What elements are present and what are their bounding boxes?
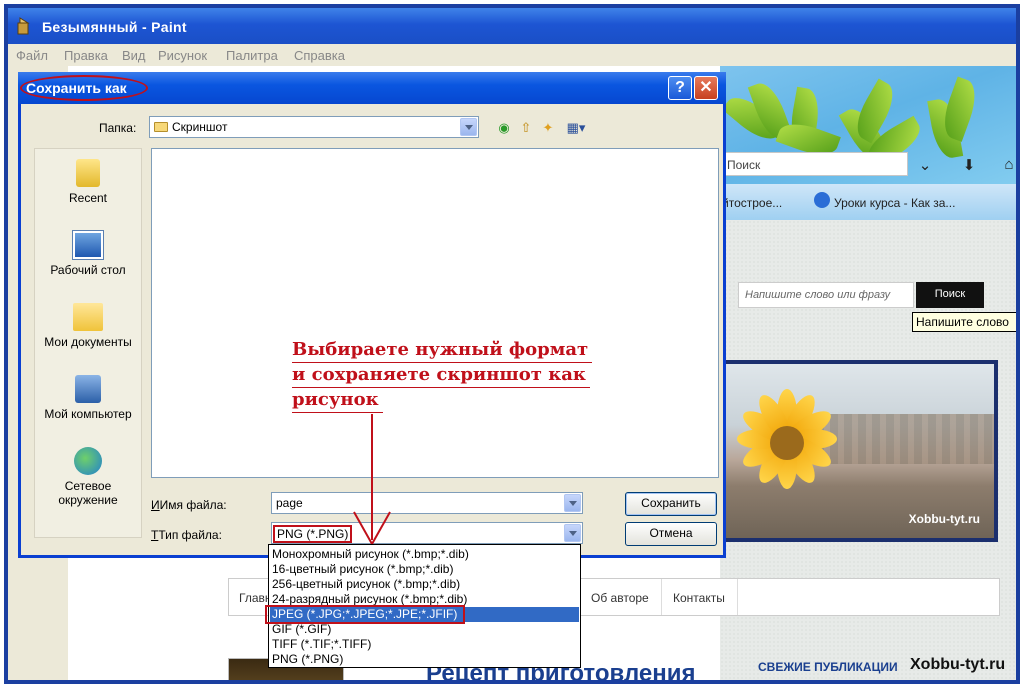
title-highlight-oval [20,75,148,101]
file-list[interactable] [151,148,719,478]
annotation-line-2: и сохраняете скриншот как [292,363,590,388]
place-documents[interactable]: Мои документы [35,303,141,349]
help-button[interactable]: ? [668,76,692,100]
chevron-down-icon[interactable] [564,524,581,542]
filetype-selected-value: PNG (*.PNG) [273,525,353,543]
chevron-down-icon[interactable] [460,118,477,136]
menu-help[interactable]: Справка [294,48,345,63]
back-icon[interactable]: ◉ [495,120,513,138]
folder-combo[interactable]: Скриншот [149,116,479,138]
menu-palette[interactable]: Палитра [226,48,278,63]
flower-image [732,384,842,494]
annotation-line-1: Выбираете нужный формат [292,338,593,363]
computer-icon [75,375,101,403]
folder-label: Папка: [99,121,137,135]
bookmark-2[interactable]: Уроки курса - Как за... [834,196,955,210]
nav-home[interactable]: Главн [239,591,272,605]
folder-icon [154,122,168,132]
paint-window-title: Безымянный - Paint [42,19,187,35]
home-icon[interactable]: ⌂ [1000,156,1016,173]
filetype-option-gif[interactable]: GIF (*.GIF) [270,622,579,637]
annotation-arrow-icon [353,414,391,547]
places-bar: Recent Рабочий стол Мои документы Мой ко… [34,148,142,538]
up-folder-icon[interactable]: ⇧ [517,120,535,138]
filetype-option-mono[interactable]: Монохромный рисунок (*.bmp;*.dib) [270,547,579,562]
menu-file[interactable]: Файл [16,48,48,63]
folder-value: Скриншот [172,120,228,134]
search-tooltip: Напишите слово [912,312,1016,332]
site-search-button[interactable]: Поиск [916,282,984,308]
dialog-titlebar: Сохранить как ? ✕ [18,72,726,104]
filetype-label: ТТип файла: [151,528,222,542]
desktop-icon [73,231,103,259]
menu-image[interactable]: Рисунок [158,48,207,63]
filename-label: ИИмя файла: [151,498,227,512]
jpeg-highlight-box [265,605,465,624]
photo-watermark: Xobbu-tyt.ru [908,512,980,526]
filetype-select[interactable]: PNG (*.PNG) [271,522,583,544]
fresh-posts-heading: СВЕЖИЕ ПУБЛИКАЦИИ [758,660,898,674]
save-button[interactable]: Сохранить [625,492,717,516]
site-search-input[interactable]: Напишите слово или фразу [738,282,914,308]
network-globe-icon [74,447,102,475]
screenshot-frame: Безымянный - Paint Файл Правка Вид Рисун… [4,4,1020,684]
filetype-option-png[interactable]: PNG (*.PNG) [270,652,579,667]
place-network[interactable]: Сетевое окружение [35,447,141,507]
filetype-option-16[interactable]: 16-цветный рисунок (*.bmp;*.dib) [270,562,579,577]
pocket-icon[interactable]: ⌄ [916,156,934,174]
menu-edit[interactable]: Правка [64,48,108,63]
paint-titlebar: Безымянный - Paint [8,8,1016,44]
browser-bookmarks-bar: йтострое... Уроки курса - Как за... [720,184,1016,220]
new-folder-icon[interactable]: ✦ [539,120,557,138]
filename-input[interactable]: page [271,492,583,514]
cancel-button[interactable]: Отмена [625,522,717,546]
paint-app-icon [17,17,30,35]
filetype-option-tiff[interactable]: TIFF (*.TIF;*.TIFF) [270,637,579,652]
menu-view[interactable]: Вид [122,48,146,63]
place-recent[interactable]: Recent [35,159,141,205]
place-desktop[interactable]: Рабочий стол [35,231,141,277]
nav-contacts[interactable]: Контакты [673,591,725,605]
chevron-down-icon[interactable] [564,494,581,512]
download-icon[interactable]: ⬇ [960,156,978,174]
view-menu-icon[interactable]: ▦▾ [563,120,589,138]
nav-about[interactable]: Об авторе [591,591,649,605]
bookmark-icon [814,192,830,208]
instruction-annotation: Выбираете нужный формат и сохраняете скр… [292,338,593,413]
paint-menubar: Файл Правка Вид Рисунок Палитра Справка [8,44,1016,66]
filetype-option-256[interactable]: 256-цветный рисунок (*.bmp;*.dib) [270,577,579,592]
annotation-line-3: рисунок [292,388,383,413]
browser-searchbar: Поиск ⌄ ⬇ ⌂ [720,146,1016,180]
flower-photo: Xobbu-tyt.ru [722,360,998,542]
documents-icon [73,303,103,331]
browser-search-input[interactable]: Поиск [720,152,908,176]
place-computer[interactable]: Мой компьютер [35,375,141,421]
bookmark-1[interactable]: йтострое... [722,196,782,210]
recent-folder-icon [76,159,100,187]
brand-watermark: Xobbu-tyt.ru [910,656,1006,673]
close-button[interactable]: ✕ [694,76,718,100]
